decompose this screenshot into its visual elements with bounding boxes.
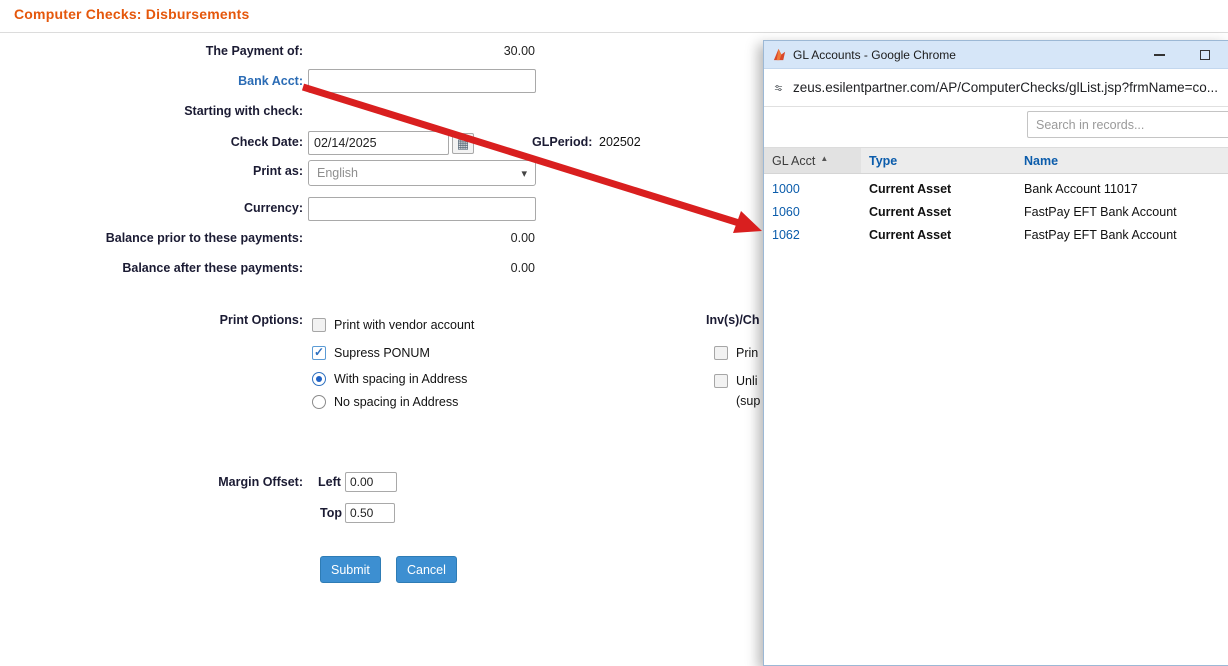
table-row[interactable]: 1000 Current Asset Bank Account 11017: [764, 178, 1228, 201]
option-print-with-vendor-account[interactable]: Print with vendor account: [312, 318, 474, 332]
checkbox-icon[interactable]: [312, 345, 326, 360]
table-row[interactable]: 1060 Current Asset FastPay EFT Bank Acco…: [764, 201, 1228, 224]
calendar-icon: ▦: [456, 136, 470, 151]
url-text[interactable]: zeus.esilentpartner.com/AP/ComputerCheck…: [793, 80, 1218, 95]
name-cell: FastPay EFT Bank Account: [1024, 228, 1177, 242]
type-cell: Current Asset: [869, 182, 952, 196]
margin-top-input[interactable]: [345, 503, 395, 523]
type-cell: Current Asset: [869, 205, 952, 219]
checkbox-icon[interactable]: [312, 318, 326, 332]
page-title: Computer Checks: Disbursements: [14, 6, 250, 22]
payment-of-value: 30.00: [503, 44, 535, 58]
print-options-label: Print Options:: [219, 313, 303, 327]
site-settings-icon: [774, 84, 783, 91]
radio-icon[interactable]: [312, 372, 326, 386]
starting-check-label: Starting with check:: [184, 104, 303, 118]
payment-of-label: The Payment of:: [205, 44, 303, 58]
margin-top-label: Top: [320, 506, 342, 520]
inv-note: (sup: [736, 394, 761, 408]
balance-prior-label: Balance prior to these payments:: [105, 231, 303, 245]
balance-after-value: 0.00: [510, 261, 535, 275]
balance-after-label: Balance after these payments:: [122, 261, 303, 275]
option-inv-unlimited[interactable]: Unli: [714, 374, 758, 388]
balance-prior-value: 0.00: [510, 231, 535, 245]
calendar-button[interactable]: ▦: [452, 133, 474, 154]
margin-left-label: Left: [318, 475, 341, 489]
sort-asc-icon: ▲: [820, 154, 829, 163]
cancel-button[interactable]: Cancel: [396, 556, 457, 583]
gl-accounts-popup-window: GL Accounts - Google Chrome zeus.esilent…: [763, 40, 1228, 666]
inv-section-label: Inv(s)/Ch: [706, 313, 760, 327]
name-cell: Bank Account 11017: [1024, 182, 1138, 196]
gl-acct-link[interactable]: 1062: [772, 224, 800, 247]
option-label: Print with vendor account: [334, 318, 475, 332]
window-title: GL Accounts - Google Chrome: [793, 47, 956, 62]
column-header-name[interactable]: Name: [1024, 148, 1058, 174]
address-bar[interactable]: zeus.esilentpartner.com/AP/ComputerCheck…: [764, 69, 1228, 107]
print-as-select[interactable]: English ▾: [308, 160, 536, 186]
option-label: No spacing in Address: [334, 395, 459, 409]
bank-acct-link[interactable]: Bank Acct:: [0, 74, 303, 88]
radio-icon[interactable]: [312, 395, 326, 409]
option-with-spacing-in-address[interactable]: With spacing in Address: [312, 372, 467, 386]
name-cell: FastPay EFT Bank Account: [1024, 205, 1177, 219]
margin-offset-label: Margin Offset:: [218, 475, 303, 489]
window-titlebar[interactable]: GL Accounts - Google Chrome: [764, 41, 1228, 69]
type-cell: Current Asset: [869, 228, 952, 242]
submit-button[interactable]: Submit: [320, 556, 381, 583]
gl-acct-link[interactable]: 1060: [772, 201, 800, 224]
option-supress-ponum[interactable]: Supress PONUM: [312, 345, 430, 360]
check-date-label: Check Date:: [230, 135, 303, 149]
table-row[interactable]: 1062 Current Asset FastPay EFT Bank Acco…: [764, 224, 1228, 247]
option-label: Prin: [736, 346, 759, 360]
option-label: Supress PONUM: [334, 346, 430, 360]
column-header-gl-acct[interactable]: GL Acct ▲: [764, 148, 861, 173]
option-label: Unli: [736, 374, 758, 388]
minimize-button[interactable]: [1144, 44, 1174, 66]
main-page: Computer Checks: Disbursements The Payme…: [0, 0, 1228, 666]
gl-period-value: 202502: [599, 135, 641, 149]
bank-acct-input[interactable]: [308, 69, 536, 93]
check-date-input[interactable]: [308, 131, 449, 155]
option-no-spacing-in-address[interactable]: No spacing in Address: [312, 395, 458, 409]
gl-accounts-favicon: [773, 48, 786, 61]
minimize-icon: [1153, 53, 1165, 56]
search-input[interactable]: [1027, 111, 1228, 138]
print-as-value: English: [317, 166, 358, 180]
maximize-icon: [1200, 49, 1210, 60]
header-divider: [0, 32, 1228, 33]
chevron-down-icon: ▾: [521, 167, 527, 180]
column-header-type[interactable]: Type: [869, 148, 897, 174]
maximize-button[interactable]: [1190, 44, 1220, 66]
option-label: With spacing in Address: [334, 372, 468, 386]
table-header-row: GL Acct ▲ Type Name: [764, 147, 1228, 174]
gl-acct-link[interactable]: 1000: [772, 178, 800, 201]
checkbox-icon[interactable]: [714, 374, 728, 388]
print-as-label: Print as:: [252, 164, 303, 178]
margin-left-input[interactable]: [345, 472, 397, 492]
gl-period-label: GLPeriod:: [532, 135, 593, 149]
currency-label: Currency:: [243, 201, 303, 215]
checkbox-icon[interactable]: [714, 346, 728, 360]
option-inv-print[interactable]: Prin: [714, 346, 758, 360]
currency-input[interactable]: [308, 197, 536, 221]
